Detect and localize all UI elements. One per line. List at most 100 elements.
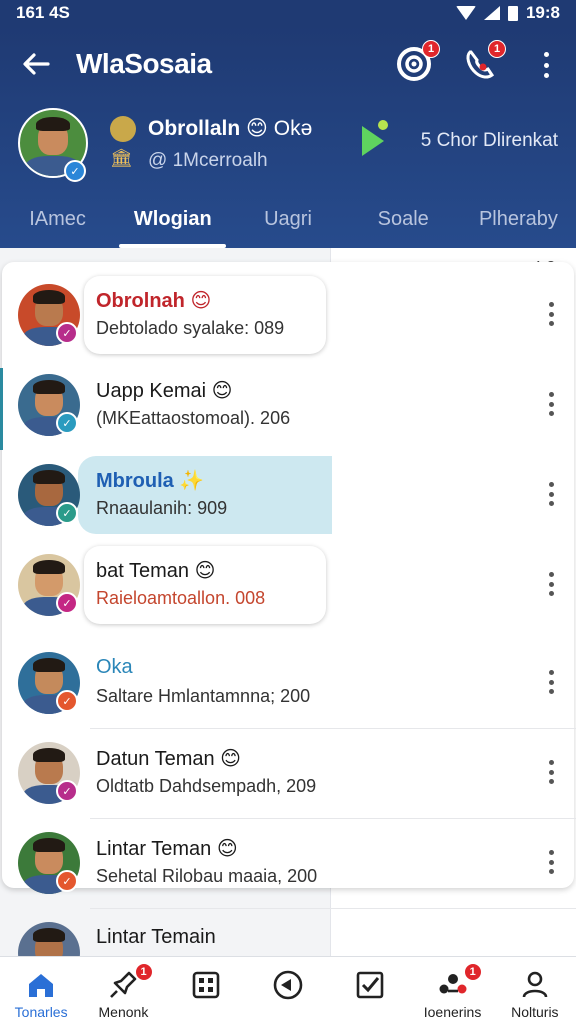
contact-name: Mbroula ✨ xyxy=(96,468,204,493)
row-divider xyxy=(90,818,576,819)
tab-label: Wlogian xyxy=(133,208,212,230)
contact-name: Uapp Kemai 😊 xyxy=(96,378,232,403)
emoji-icon: 😊 xyxy=(206,380,233,402)
chat-row[interactable]: ✓ Mbroula ✨ Rnaaulanih: 909 xyxy=(0,452,576,542)
back-arrow-icon[interactable] xyxy=(20,48,52,80)
emoji-icon: 😊 xyxy=(184,290,212,312)
chat-row[interactable]: ✓ Datun Teman 😊 Oldtatb Dahdsempadh, 209 xyxy=(0,730,576,820)
message-preview: Sehetal Rilobau maaia, 200 xyxy=(96,866,318,886)
toolbar: WlaSosaia 1 1 xyxy=(0,26,576,104)
emoji-icon: ✨ xyxy=(173,470,205,492)
contact-name: Datun Teman 😊 xyxy=(96,746,241,771)
online-dot-icon xyxy=(378,120,388,130)
calls-button[interactable]: 1 xyxy=(462,40,506,82)
message-preview: (MKEattaostomoal). 206 xyxy=(96,408,291,428)
contact-name-text: Lintar Temain xyxy=(96,926,216,948)
app-screen: 161 4S 19:8 WlaSosaia 1 1 ✓ 🏛 Obrollaln … xyxy=(0,0,576,1024)
chat-row[interactable]: ✓ Obrolnah 😊 Debtolado syalake: 089 xyxy=(0,272,576,362)
chat-row[interactable]: ✓ Uapp Kemai 😊 (MKEattaostomoal). 206 xyxy=(0,362,576,452)
profile-handle: @ 1Mcerroalh xyxy=(148,150,268,171)
contact-name-text: Datun Teman xyxy=(96,748,215,770)
tab-2[interactable]: Uagri xyxy=(230,196,345,248)
calls-badge: 1 xyxy=(488,40,506,58)
contact-name-text: Oka xyxy=(96,656,133,678)
row-more-icon[interactable] xyxy=(548,482,554,506)
emoji-icon: 😊 xyxy=(214,748,241,770)
nav-label: Nolturis xyxy=(511,1004,559,1020)
contact-status-badge-icon: ✓ xyxy=(56,780,78,802)
status-time-left: 161 4S xyxy=(16,3,70,22)
nav-label: Tonarles xyxy=(14,1004,68,1020)
contact-name: bat Teman 😊 xyxy=(96,558,215,583)
nav-badge: 1 xyxy=(134,963,153,981)
play-icon[interactable] xyxy=(362,126,384,156)
tab-label: IAmec xyxy=(29,208,86,230)
nav-item-3[interactable] xyxy=(247,957,329,1024)
tab-3[interactable]: Soale xyxy=(346,196,461,248)
smile-emoji-icon: 😊 xyxy=(246,117,268,140)
status-bar: 161 4S 19:8 xyxy=(0,0,576,26)
emoji-icon: 😊 xyxy=(189,560,216,582)
contact-status-badge-icon: ✓ xyxy=(56,502,78,524)
message-preview: Debtolado syalake: 089 xyxy=(96,318,285,338)
tab-4[interactable]: Plheraby xyxy=(461,196,576,248)
notifications-badge: 1 xyxy=(422,40,440,58)
contact-name: Oka xyxy=(96,656,133,679)
contact-status-badge-icon: ✓ xyxy=(56,322,78,344)
home-icon xyxy=(25,969,57,1001)
battery-icon xyxy=(507,5,518,21)
message-preview: Rnaaulanih: 909 xyxy=(96,498,228,518)
nav-item-2[interactable] xyxy=(165,957,247,1024)
row-more-icon[interactable] xyxy=(548,392,554,416)
chat-row[interactable]: ✓ Oka Saltare Hmlantamnna; 200 xyxy=(0,640,576,730)
contact-status-badge-icon: ✓ xyxy=(56,592,78,614)
contact-status-badge-icon: ✓ xyxy=(56,870,78,892)
row-divider xyxy=(90,908,576,909)
contact-name-text: Obrolnah xyxy=(96,290,185,312)
row-more-icon[interactable] xyxy=(548,670,554,694)
tab-label: Plheraby xyxy=(478,208,558,230)
tab-label: Soale xyxy=(377,208,429,230)
contact-name: Lintar Teman 😊 xyxy=(96,836,238,861)
nav-item-1[interactable]: 1 Menonk xyxy=(82,957,164,1024)
bottom-navigation: Tonarles 1 Menonk 1 Ioenerins Nolturis xyxy=(0,956,576,1024)
contact-status-badge-icon: ✓ xyxy=(56,690,78,712)
message-preview: Raieloamtoallon. 008 xyxy=(96,588,266,608)
profile-name: Obrollaln 😊 Okə xyxy=(148,116,312,141)
nav-label: Ioenerins xyxy=(423,1004,482,1020)
row-more-icon[interactable] xyxy=(548,302,554,326)
friends-label[interactable]: 5 Chor Dlirenkat xyxy=(421,130,558,152)
row-more-icon[interactable] xyxy=(548,760,554,784)
message-preview: Saltare Hmlantamnna; 200 xyxy=(96,686,311,706)
tab-bar: IAmec Wlogian Uagri Soale Plheraby xyxy=(0,196,576,248)
chat-row[interactable]: ✓ bat Teman 😊 Raieloamtoallon. 008 xyxy=(0,542,576,632)
status-icons: 19:8 xyxy=(455,3,560,23)
message-preview: Oldtatb Dahdsempadh, 209 xyxy=(96,776,317,796)
wifi-icon xyxy=(455,6,476,20)
chat-row[interactable]: ✓ Lintar Teman 😊 Sehetal Rilobau maaia, 20… xyxy=(0,820,576,910)
status-avatar-icon xyxy=(110,116,136,142)
row-more-icon[interactable] xyxy=(548,572,554,596)
tab-label: Uagri xyxy=(264,208,312,230)
nav-label: Menonk xyxy=(98,1004,149,1020)
signal-icon xyxy=(483,6,500,20)
nav-item-0[interactable]: Tonarles xyxy=(0,957,82,1024)
nav-item-6[interactable]: Nolturis xyxy=(494,957,576,1024)
contact-name: Lintar Temain xyxy=(96,926,216,949)
contact-name-text: Lintar Teman xyxy=(96,838,212,860)
profile-name-suffix: Okə xyxy=(273,117,313,140)
tab-0[interactable]: IAmec xyxy=(0,196,115,248)
camera-icon xyxy=(272,969,304,1001)
nav-badge: 1 xyxy=(463,963,482,981)
nav-item-4[interactable] xyxy=(329,957,411,1024)
tab-1[interactable]: Wlogian xyxy=(115,196,230,248)
nav-item-5[interactable]: 1 Ioenerins xyxy=(411,957,493,1024)
profile-name-text: Obrollaln xyxy=(148,117,241,140)
more-options-icon[interactable] xyxy=(542,52,550,78)
person-icon xyxy=(519,969,551,1001)
contact-name: Obrolnah 😊 xyxy=(96,288,211,313)
notifications-button[interactable]: 1 xyxy=(396,40,440,82)
app-title: WlaSosaia xyxy=(76,48,212,79)
row-more-icon[interactable] xyxy=(548,850,554,874)
header: WlaSosaia 1 1 ✓ 🏛 Obrollaln 😊 Okə @ 1Mce… xyxy=(0,26,576,248)
